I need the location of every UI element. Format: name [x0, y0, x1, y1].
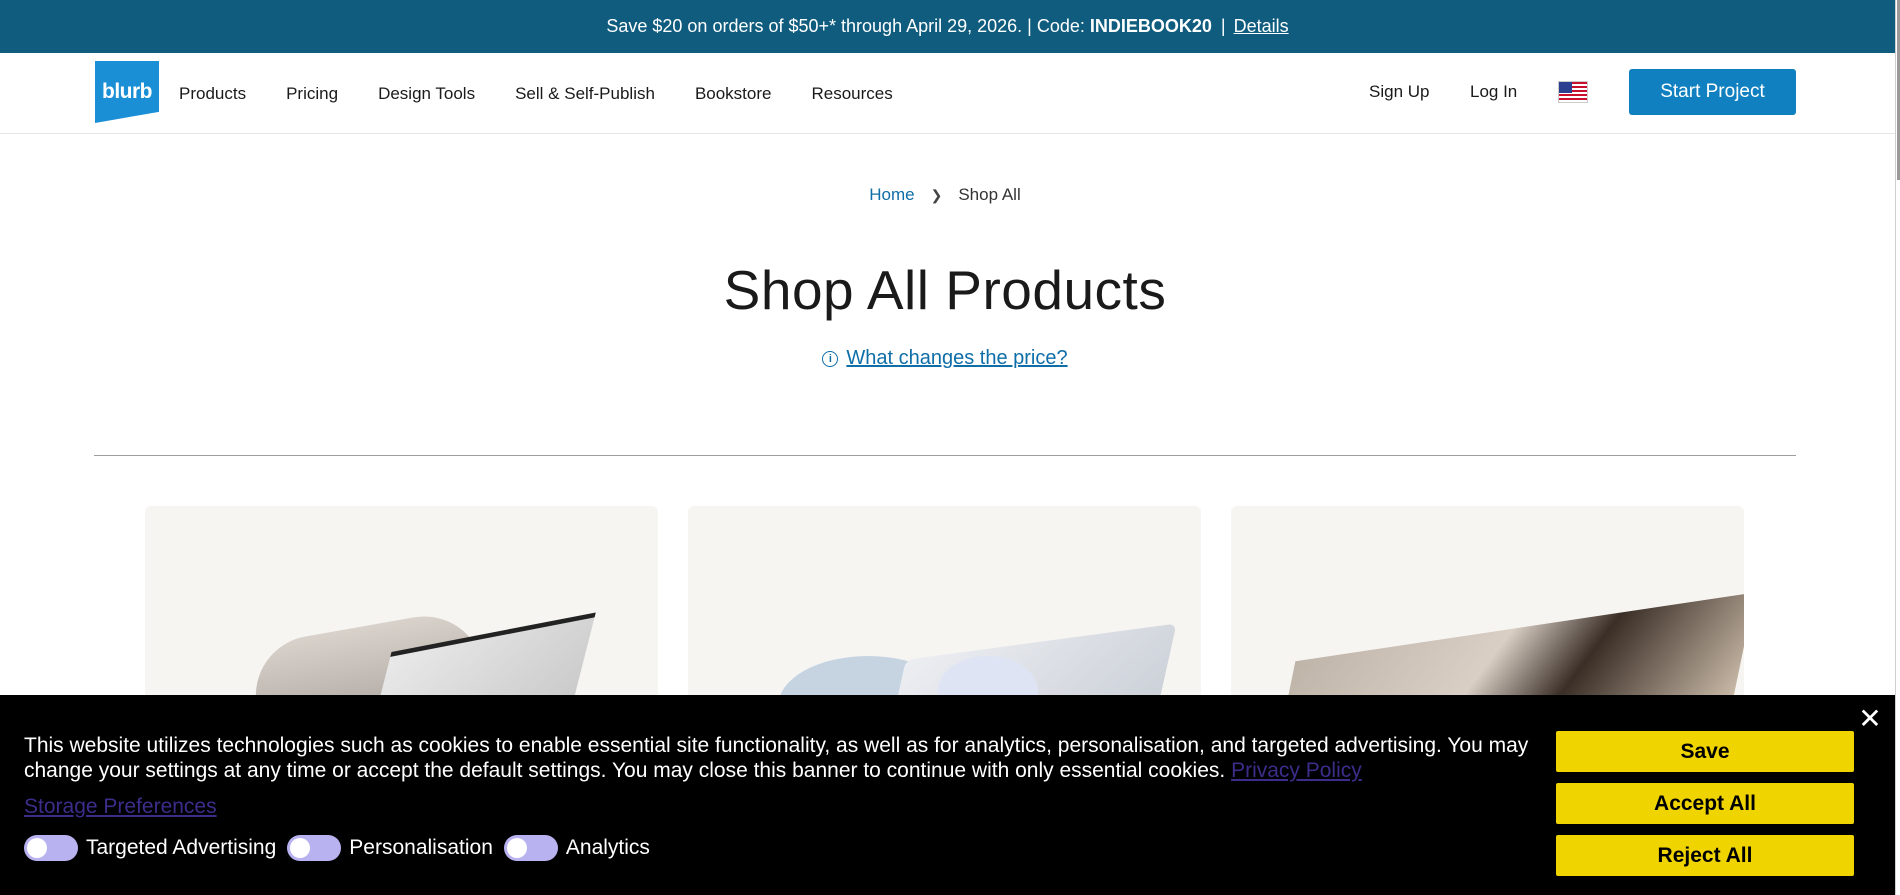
breadcrumb: Home ❯ Shop All	[0, 185, 1890, 205]
cookie-banner: ✕ This website utilizes technologies suc…	[0, 695, 1895, 895]
main-nav: Products Pricing Design Tools Sell & Sel…	[179, 53, 893, 134]
promo-details-link[interactable]: Details	[1234, 16, 1289, 37]
chevron-right-icon: ❯	[930, 186, 943, 203]
save-button[interactable]: Save	[1556, 731, 1854, 772]
toggle-personalisation[interactable]: Personalisation	[287, 835, 493, 861]
toggle-label: Analytics	[565, 836, 650, 859]
breadcrumb-home[interactable]: Home	[869, 185, 914, 205]
toggle-analytics[interactable]: Analytics	[503, 835, 650, 861]
info-icon: i	[822, 350, 839, 367]
storage-preferences-link[interactable]: Storage Preferences	[24, 795, 217, 819]
promo-text: Save $20 on orders of $50+* through Apri…	[606, 16, 1085, 36]
start-project-button[interactable]: Start Project	[1629, 69, 1796, 115]
site-header: blurb Products Pricing Design Tools Sell…	[0, 53, 1895, 134]
promo-separator: |	[1220, 16, 1226, 36]
nav-bookstore[interactable]: Bookstore	[695, 84, 772, 104]
nav-products[interactable]: Products	[179, 84, 246, 104]
cookie-message: This website utilizes technologies such …	[24, 733, 1544, 783]
breadcrumb-current: Shop All	[958, 185, 1021, 204]
cookie-toggles: Targeted Advertising Personalisation Ana…	[24, 835, 661, 861]
toggle-targeted-advertising[interactable]: Targeted Advertising	[24, 835, 276, 861]
toggle-switch[interactable]	[24, 835, 78, 861]
section-divider	[94, 455, 1796, 456]
promo-code: INDIEBOOK20	[1089, 16, 1212, 36]
privacy-policy-link[interactable]: Privacy Policy	[1231, 759, 1362, 782]
price-link-text[interactable]: What changes the price?	[846, 347, 1067, 370]
close-icon[interactable]: ✕	[1858, 705, 1882, 733]
blurb-logo[interactable]: blurb	[95, 61, 159, 123]
toggle-label: Personalisation	[349, 836, 493, 859]
toggle-switch[interactable]	[287, 835, 342, 861]
nav-design-tools[interactable]: Design Tools	[378, 84, 475, 104]
reject-all-button[interactable]: Reject All	[1556, 835, 1854, 876]
nav-resources[interactable]: Resources	[811, 84, 892, 104]
sign-up-link[interactable]: Sign Up	[1369, 82, 1429, 102]
log-in-link[interactable]: Log In	[1470, 82, 1517, 102]
nav-pricing[interactable]: Pricing	[286, 84, 338, 104]
price-info-link[interactable]: i What changes the price?	[0, 347, 1890, 370]
page-title: Shop All Products	[723, 259, 1167, 321]
accept-all-button[interactable]: Accept All	[1556, 783, 1854, 824]
toggle-switch[interactable]	[503, 835, 558, 861]
nav-sell-self-publish[interactable]: Sell & Self-Publish	[515, 84, 655, 104]
us-flag-icon[interactable]	[1558, 81, 1588, 103]
toggle-label: Targeted Advertising	[86, 836, 277, 859]
promo-banner: Save $20 on orders of $50+* through Apri…	[0, 0, 1895, 53]
page-scrollbar[interactable]	[1895, 0, 1900, 895]
